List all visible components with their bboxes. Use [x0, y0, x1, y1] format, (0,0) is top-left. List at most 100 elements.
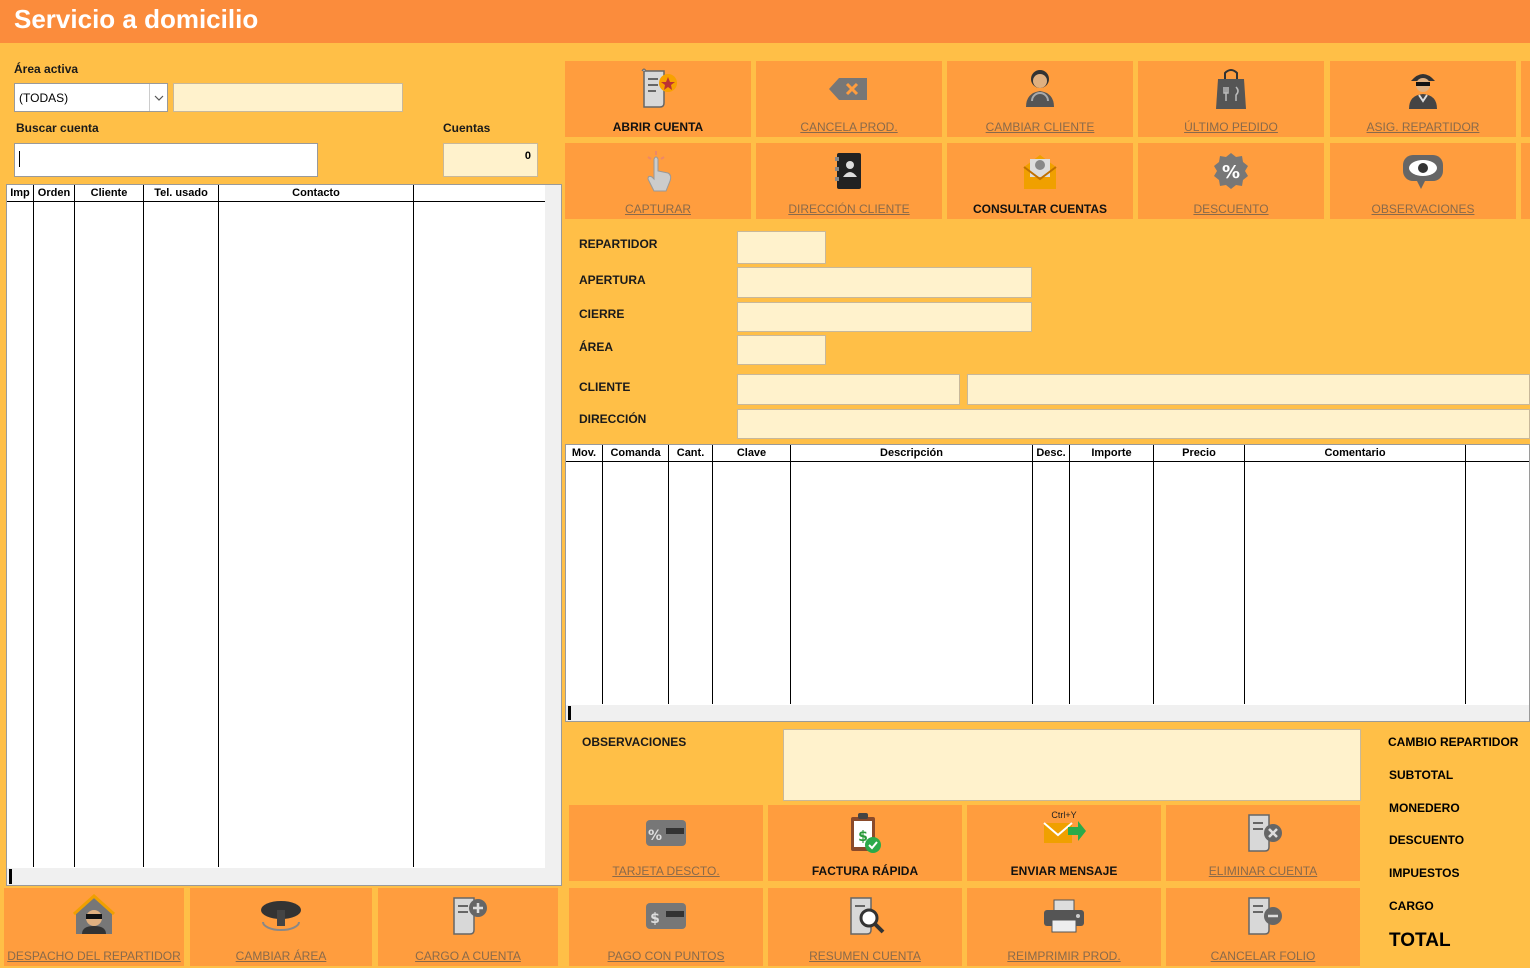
- toolbar-overflow-button[interactable]: [1521, 143, 1530, 219]
- eye-bubble-icon: [1401, 149, 1445, 193]
- cuentas-count: 0: [524, 150, 531, 162]
- button-label: ENVIAR MENSAJE: [1010, 864, 1118, 878]
- window-title: Servicio a domicilio: [14, 4, 259, 34]
- col-header-comanda[interactable]: Comanda: [603, 445, 669, 462]
- buscar-cuenta-input[interactable]: [14, 143, 318, 177]
- eliminar-cuenta-button[interactable]: ELIMINAR CUENTA: [1166, 805, 1360, 881]
- cambiar-cliente-button[interactable]: CAMBIAR CLIENTE: [947, 61, 1133, 137]
- col-header-importe[interactable]: Importe: [1070, 445, 1154, 462]
- cargo-a-cuenta-button[interactable]: CARGO A CUENTA: [378, 888, 558, 966]
- col-header-mov[interactable]: Mov.: [566, 445, 603, 462]
- discount-card-icon: %: [644, 811, 688, 855]
- horizontal-scrollbar[interactable]: [7, 868, 561, 885]
- cancela-prod-button[interactable]: CANCELA PROD.: [756, 61, 942, 137]
- svg-text:$: $: [650, 911, 660, 927]
- cliente-name-field[interactable]: [967, 374, 1530, 405]
- invoice-clipboard-icon: $: [847, 811, 883, 855]
- points-card-icon: $: [644, 894, 688, 938]
- último-pedido-button[interactable]: ÚLTIMO PEDIDO: [1138, 61, 1324, 137]
- change-client-icon: [1022, 67, 1058, 111]
- accounts-table[interactable]: Imp Orden Cliente Tel. usado Contacto: [6, 184, 562, 886]
- apertura-field[interactable]: [737, 267, 1032, 298]
- cuentas-count-field: 0: [443, 143, 538, 177]
- cancelar-folio-button[interactable]: CANCELAR FOLIO: [1166, 888, 1360, 966]
- col-header-comentario[interactable]: Comentario: [1245, 445, 1466, 462]
- consultar-cuentas-button[interactable]: CONSULTAR CUENTAS: [947, 143, 1133, 219]
- col-header-clave[interactable]: Clave: [713, 445, 791, 462]
- backspace-icon: [827, 67, 871, 111]
- button-label: ASIG. REPARTIDOR: [1366, 120, 1480, 134]
- despacho-del-repartidor-button[interactable]: DESPACHO DEL REPARTIDOR: [4, 888, 184, 966]
- dirección-cliente-button[interactable]: DIRECCIÓN CLIENTE: [756, 143, 942, 219]
- table-column: [603, 462, 669, 704]
- button-label: CANCELAR FOLIO: [1210, 949, 1316, 963]
- total-row-label: SUBTOTAL: [1389, 768, 1454, 782]
- col-header-orden[interactable]: Orden: [34, 185, 75, 202]
- button-label: TARJETA DESCTO.: [612, 864, 720, 878]
- button-label: RESUMEN CUENTA: [809, 949, 921, 963]
- change-area-icon: [257, 894, 305, 938]
- tap-hand-icon: [640, 149, 676, 193]
- reimprimir-prod-button[interactable]: REIMPRIMIR PROD.: [967, 888, 1161, 966]
- button-label: ABRIR CUENTA: [612, 120, 704, 134]
- total-row-label: DESCUENTO: [1389, 833, 1465, 847]
- button-label: FACTURA RÁPIDA: [811, 864, 919, 878]
- repartidor-field[interactable]: [737, 231, 826, 264]
- col-header-cliente[interactable]: Cliente: [75, 185, 144, 202]
- factura-rápida-button[interactable]: $ FACTURA RÁPIDA: [768, 805, 962, 881]
- detail-table[interactable]: Mov. Comanda Cant. Clave Descripción Des…: [565, 444, 1530, 722]
- cierre-field[interactable]: [737, 302, 1032, 332]
- repartidor-label: REPARTIDOR: [579, 237, 658, 251]
- descuento-button[interactable]: % DESCUENTO: [1138, 143, 1324, 219]
- table-column: [7, 202, 34, 867]
- col-header-precio[interactable]: Precio: [1154, 445, 1245, 462]
- direccion-field[interactable]: [737, 409, 1530, 439]
- charge-account-icon: [448, 894, 488, 938]
- col-header-desc[interactable]: Desc.: [1033, 445, 1070, 462]
- pago-con-puntos-button[interactable]: $ PAGO CON PUNTOS: [569, 888, 763, 966]
- scroll-thumb[interactable]: [9, 869, 12, 884]
- col-header-descripcion[interactable]: Descripción: [791, 445, 1033, 462]
- button-label: ÚLTIMO PEDIDO: [1184, 120, 1278, 134]
- delivery-person-icon: [1405, 67, 1441, 111]
- col-header-imp[interactable]: Imp: [7, 185, 34, 202]
- table-column: [669, 462, 713, 704]
- observaciones-label: OBSERVACIONES: [582, 735, 687, 749]
- cliente-label: CLIENTE: [579, 380, 631, 394]
- area-label: ÁREA: [579, 340, 614, 354]
- vertical-scrollbar[interactable]: [545, 185, 561, 885]
- observaciones-button[interactable]: OBSERVACIONES: [1330, 143, 1516, 219]
- horizontal-scrollbar[interactable]: [566, 705, 1529, 721]
- open-account-icon: [638, 67, 678, 111]
- resumen-cuenta-button[interactable]: RESUMEN CUENTA: [768, 888, 962, 966]
- cambiar-área-button[interactable]: CAMBIAR ÁREA: [190, 888, 372, 966]
- cliente-id-field[interactable]: [737, 374, 960, 405]
- area-select[interactable]: (TODAS): [14, 83, 168, 112]
- chevron-down-icon[interactable]: [149, 84, 167, 111]
- tarjeta-descto-button[interactable]: % TARJETA DESCTO.: [569, 805, 763, 881]
- shopping-bag-icon: [1214, 67, 1248, 111]
- scroll-thumb[interactable]: [568, 706, 571, 720]
- buscar-cuenta-label: Buscar cuenta: [16, 121, 99, 135]
- toolbar-overflow-button[interactable]: [1521, 61, 1530, 137]
- abrir-cuenta-button[interactable]: ABRIR CUENTA: [565, 61, 751, 137]
- button-label: DIRECCIÓN CLIENTE: [788, 202, 910, 216]
- col-header-cant[interactable]: Cant.: [669, 445, 713, 462]
- area-select-value: (TODAS): [19, 91, 69, 105]
- capturar-button[interactable]: CAPTURAR: [565, 143, 751, 219]
- button-label: CAPTURAR: [624, 202, 691, 216]
- cancel-folio-icon: [1243, 894, 1283, 938]
- total-label: TOTAL: [1389, 930, 1451, 951]
- area-filter-field[interactable]: [173, 83, 403, 112]
- enviar-mensaje-button[interactable]: Ctrl+Y ENVIAR MENSAJE: [967, 805, 1161, 881]
- col-header-tel[interactable]: Tel. usado: [144, 185, 219, 202]
- asig-repartidor-button[interactable]: ASIG. REPARTIDOR: [1330, 61, 1516, 137]
- col-header-contacto[interactable]: Contacto: [219, 185, 414, 202]
- area-field[interactable]: [737, 335, 826, 365]
- account-search-icon: [845, 894, 885, 938]
- button-label: PAGO CON PUNTOS: [607, 949, 725, 963]
- col-header-empty: [414, 185, 545, 202]
- area-activa-label: Área activa: [14, 62, 79, 76]
- total-row-label: IMPUESTOS: [1389, 866, 1460, 880]
- observaciones-textarea[interactable]: [783, 729, 1361, 801]
